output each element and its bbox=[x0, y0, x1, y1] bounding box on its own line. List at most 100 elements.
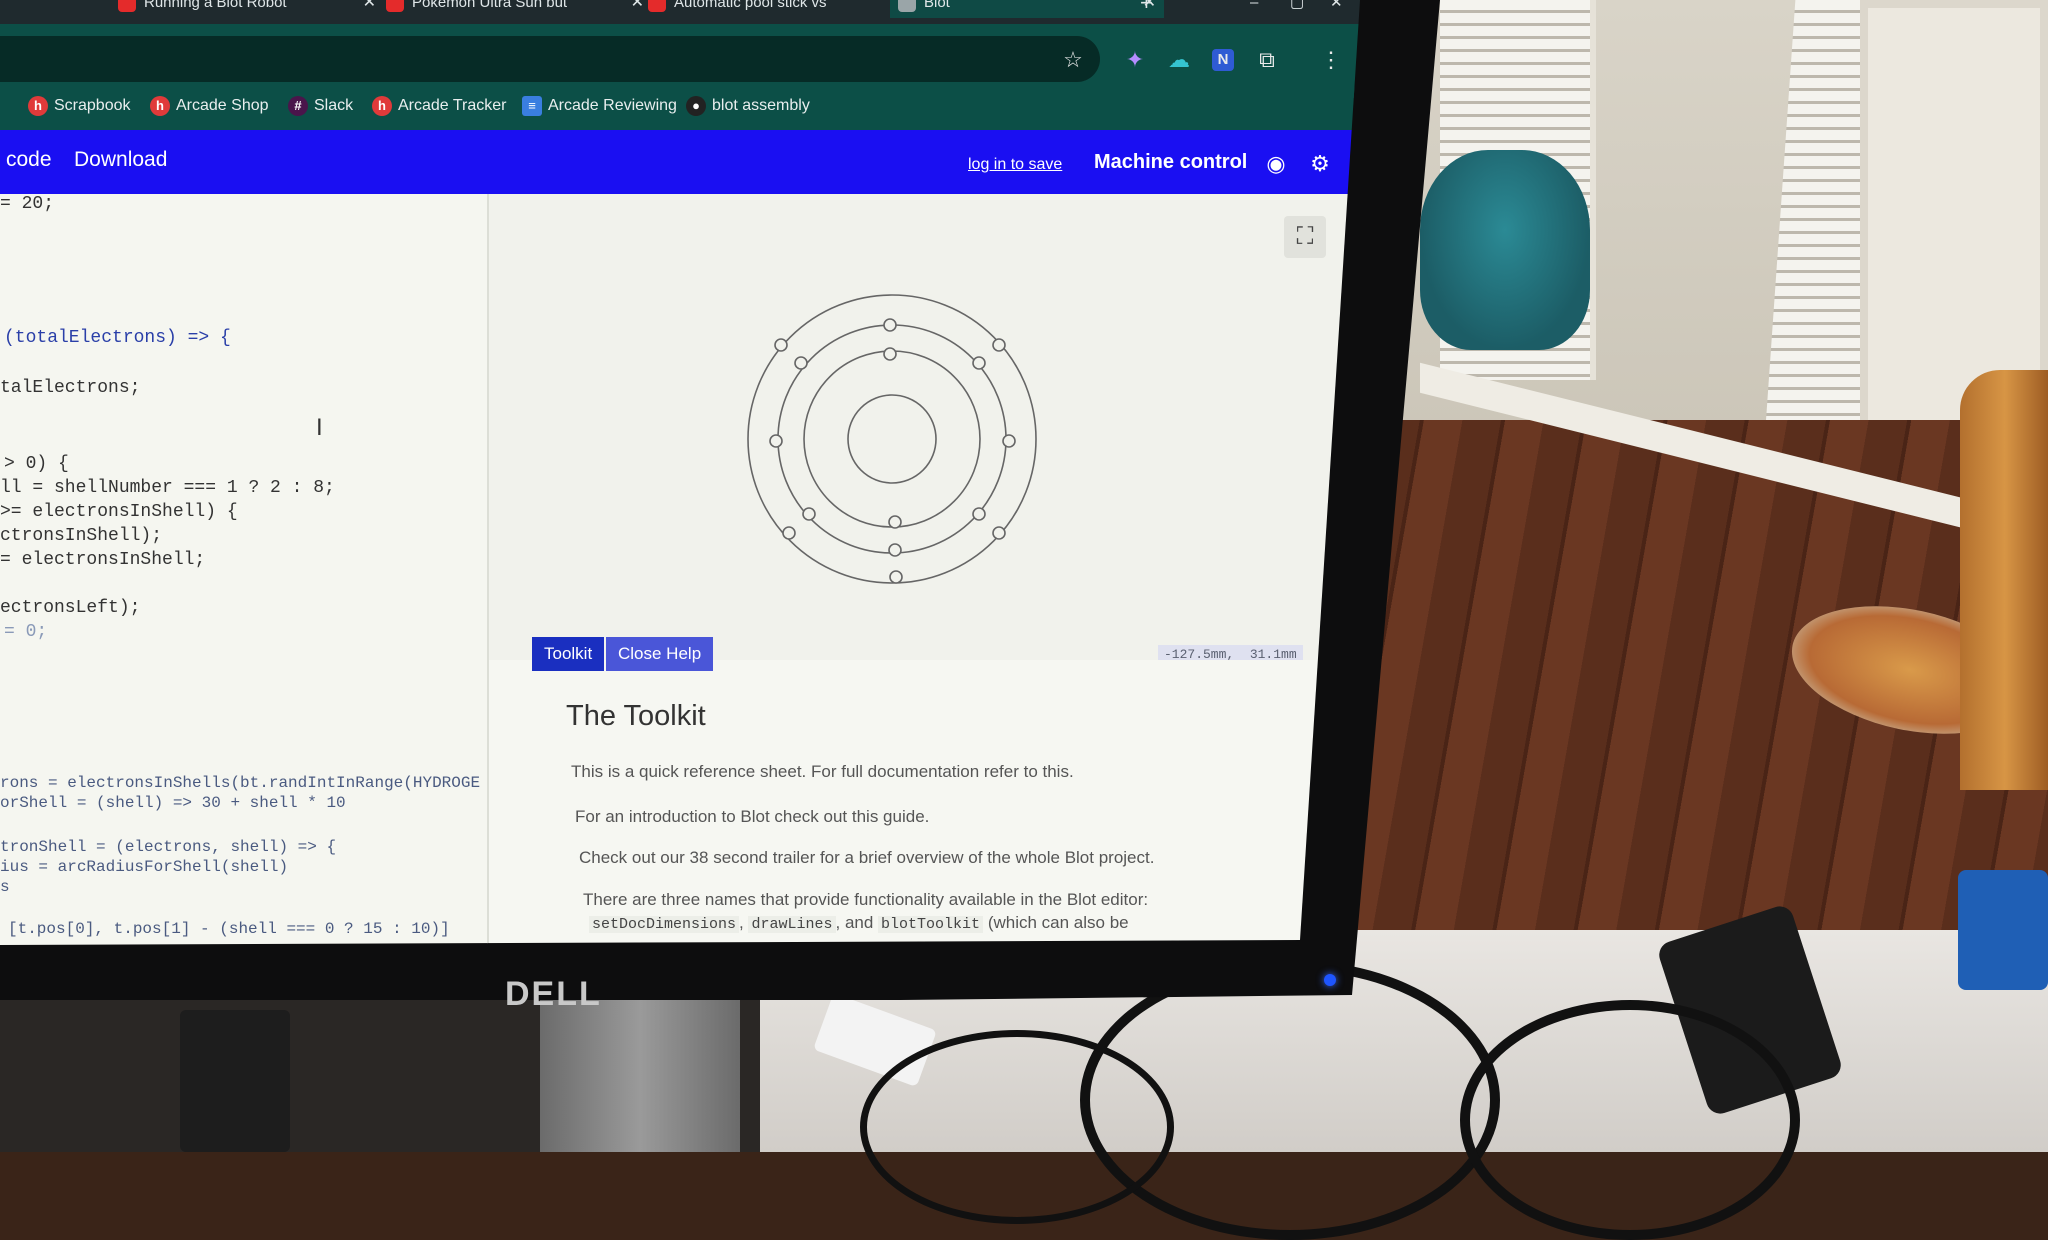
youtube-icon bbox=[386, 0, 404, 12]
electron bbox=[992, 526, 1006, 540]
bookmark-arcade-shop[interactable]: h Arcade Shop bbox=[150, 94, 269, 118]
github-icon: ● bbox=[686, 96, 706, 116]
help-paragraph: There are three names that provide funct… bbox=[583, 890, 1149, 909]
electron bbox=[889, 570, 903, 584]
electron bbox=[782, 526, 796, 540]
code-line: tronShell = (electrons, shell) => { bbox=[0, 838, 337, 856]
help-paragraph: setDocDimensions, drawLines, and blotToo… bbox=[589, 913, 1129, 933]
close-help-tab[interactable]: Close Help bbox=[606, 637, 714, 671]
tab-strip: Running a Blot Robot ✕ Pokémon Ultra Sun … bbox=[0, 0, 1360, 24]
code-menu[interactable]: code bbox=[6, 148, 52, 172]
electron bbox=[802, 507, 816, 521]
electron bbox=[972, 507, 986, 521]
code-line: ctronsInShell); bbox=[0, 526, 163, 546]
cable bbox=[1460, 1000, 1800, 1240]
shell-ring bbox=[747, 294, 1037, 584]
h-logo-icon: h bbox=[150, 96, 170, 116]
electrons bbox=[769, 318, 1016, 584]
help-title: The Toolkit bbox=[566, 700, 706, 732]
bookmark-arcade-reviewing[interactable]: ≡ Arcade Reviewing bbox=[522, 94, 677, 118]
blot-robot-part bbox=[1958, 870, 2048, 990]
power-led-icon bbox=[1324, 974, 1336, 986]
extensions-icon[interactable]: ⧉ bbox=[1256, 49, 1278, 71]
help-text: (which can also be bbox=[987, 913, 1129, 932]
login-link[interactable]: log in to save bbox=[968, 156, 1062, 174]
text-cursor-icon: I bbox=[316, 414, 323, 441]
slack-icon: # bbox=[288, 96, 308, 116]
shell-ring bbox=[847, 394, 937, 484]
h-logo-icon: h bbox=[372, 96, 392, 116]
code-line: orShell = (shell) => 30 + shell * 10 bbox=[0, 794, 346, 812]
code-line: (totalElectrons) => { bbox=[4, 328, 231, 348]
cable bbox=[860, 1030, 1174, 1224]
tab-blot[interactable]: Blot ✕ bbox=[890, 0, 1164, 18]
youtube-icon bbox=[118, 0, 136, 12]
help-paragraph: Check out our 38 second trailer for a br… bbox=[579, 848, 1155, 867]
puzzle-icon[interactable]: ✦ bbox=[1124, 49, 1146, 71]
help-text: , and bbox=[835, 913, 874, 932]
bookmark-slack[interactable]: # Slack bbox=[288, 94, 353, 118]
code-line: s bbox=[0, 878, 10, 896]
youtube-icon bbox=[648, 0, 666, 12]
toolkit-tab[interactable]: Toolkit bbox=[532, 637, 605, 671]
code-line: > 0) { bbox=[4, 454, 69, 474]
window-close-icon[interactable]: ✕ bbox=[1330, 0, 1350, 18]
code-line: ius = arcRadiusForShell(shell) bbox=[0, 858, 289, 876]
address-bar[interactable] bbox=[0, 36, 1100, 82]
help-paragraph: For an introduction to Blot check out th… bbox=[575, 807, 930, 826]
doc-icon: ≡ bbox=[522, 96, 542, 116]
code-line: [t.pos[0], t.pos[1] - (shell === 0 ? 15 … bbox=[8, 920, 450, 938]
new-tab-button[interactable]: + bbox=[1140, 0, 1170, 18]
tab-pokemon[interactable]: Pokémon Ultra Sun but ✕ bbox=[378, 0, 652, 18]
tab-running-blot[interactable]: Running a Blot Robot ✕ bbox=[110, 0, 384, 18]
drawing-canvas[interactable] bbox=[489, 194, 1360, 660]
electron bbox=[794, 356, 808, 370]
code-line: ll = shellNumber === 1 ? 2 : 8; bbox=[0, 478, 335, 498]
menu-icon[interactable]: ⋮ bbox=[1320, 49, 1342, 71]
electron bbox=[769, 434, 783, 448]
atom-shells bbox=[747, 294, 1037, 584]
electron bbox=[888, 543, 902, 557]
electron bbox=[1002, 434, 1016, 448]
code-line: = electronsInShell; bbox=[0, 550, 206, 570]
machine-control-button[interactable]: Machine control bbox=[1094, 151, 1247, 174]
electron bbox=[883, 347, 897, 361]
minimize-icon[interactable]: – bbox=[1250, 0, 1270, 18]
code-snippet: drawLines bbox=[748, 916, 836, 933]
code-snippet: setDocDimensions bbox=[589, 916, 740, 933]
wooden-chair-back bbox=[1960, 370, 2048, 790]
electron bbox=[883, 318, 897, 332]
electron bbox=[774, 338, 788, 352]
electron bbox=[992, 338, 1006, 352]
bookmark-arcade-tracker[interactable]: h Arcade Tracker bbox=[372, 94, 506, 118]
tab-pool-stick[interactable]: Automatic pool stick vs✕ bbox=[640, 0, 914, 18]
h-logo-icon: h bbox=[28, 96, 48, 116]
code-line: ectronsLeft); bbox=[0, 598, 141, 618]
cloud-icon[interactable]: ☁ bbox=[1168, 49, 1190, 71]
electron bbox=[972, 356, 986, 370]
close-icon[interactable]: ✕ bbox=[363, 0, 376, 18]
bookmark-blot-assembly[interactable]: ● blot assembly bbox=[686, 94, 810, 118]
monitor-logo: DELL bbox=[505, 975, 602, 1013]
fit-view-icon[interactable]: ⛶ bbox=[1284, 216, 1326, 258]
maximize-icon[interactable]: ▢ bbox=[1290, 0, 1310, 18]
bookmark-scrapbook[interactable]: h Scrapbook bbox=[28, 94, 131, 118]
star-icon[interactable]: ☆ bbox=[1062, 49, 1084, 71]
code-line: >= electronsInShell) { bbox=[0, 502, 238, 522]
monitor-screen: Running a Blot Robot ✕ Pokémon Ultra Sun … bbox=[0, 0, 1360, 945]
electron bbox=[888, 515, 902, 529]
code-line: rons = electronsInShells(bt.randIntInRan… bbox=[0, 774, 481, 792]
n-icon[interactable]: N bbox=[1212, 49, 1234, 71]
monitor-stand bbox=[540, 1000, 740, 1152]
teal-camp-chair bbox=[1420, 150, 1590, 350]
gear-icon[interactable]: ⚙ bbox=[1308, 152, 1332, 176]
speaker bbox=[180, 1010, 290, 1152]
download-button[interactable]: Download bbox=[74, 148, 167, 172]
code-editor[interactable]: = 20; (totalElectrons) => { talElectrons… bbox=[0, 194, 488, 945]
code-line: = 0; bbox=[4, 622, 48, 642]
code-line: talElectrons; bbox=[0, 378, 141, 398]
code-line: = 20; bbox=[0, 194, 55, 214]
github-icon[interactable]: ◉ bbox=[1264, 152, 1288, 176]
code-snippet: blotToolkit bbox=[878, 916, 984, 933]
help-paragraph: This is a quick reference sheet. For ful… bbox=[571, 762, 1074, 781]
